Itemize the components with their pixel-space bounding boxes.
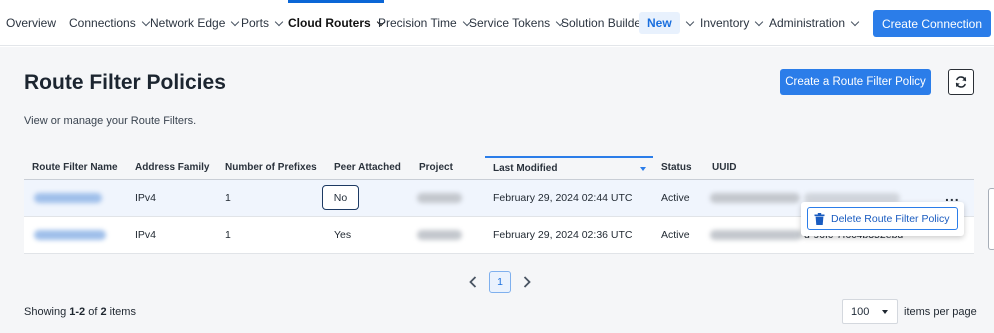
pagination: 1 xyxy=(466,270,534,294)
nav-item-overview[interactable]: Overview xyxy=(6,0,56,46)
showing-range: 1-2 xyxy=(69,306,86,318)
showing-prefix: Showing xyxy=(24,306,67,318)
chevron-left-icon xyxy=(469,276,477,288)
last-modified-cell: February 29, 2024 02:44 UTC xyxy=(493,192,633,204)
showing-total: 2 xyxy=(100,306,107,318)
items-per-page-label: items per page xyxy=(904,306,977,318)
showing-items-text: Showing 1-2 of 2 items xyxy=(24,306,136,318)
nav-item-network-edge[interactable]: Network Edge xyxy=(150,0,240,46)
nav-item-precision-time[interactable]: Precision Time xyxy=(378,0,471,46)
nav-item-ports[interactable]: Ports xyxy=(241,0,284,46)
per-page-value: 100 xyxy=(851,305,870,318)
page-title: Route Filter Policies xyxy=(24,71,226,94)
column-header[interactable]: Address Family xyxy=(135,162,209,173)
peer-attached-cell[interactable]: No xyxy=(322,185,359,210)
nav-item-service-tokens[interactable]: Service Tokens xyxy=(469,0,565,46)
status-cell: Active xyxy=(661,192,690,204)
items-per-page-select[interactable]: 100 xyxy=(842,299,898,324)
nav-item-label: Overview xyxy=(6,16,57,30)
nav-item-label: Ports xyxy=(241,16,270,30)
chevron-down-icon xyxy=(685,17,694,26)
row-actions-menu: Delete Route Filter Policy xyxy=(801,202,964,236)
create-route-filter-policy-button[interactable]: Create a Route Filter Policy xyxy=(780,69,931,95)
showing-items-word: items xyxy=(109,306,136,318)
trash-icon xyxy=(814,212,825,225)
column-header[interactable]: Peer Attached xyxy=(334,162,401,173)
page-number-button[interactable]: 1 xyxy=(489,271,511,293)
column-header[interactable]: Number of Prefixes xyxy=(225,162,317,173)
status-cell: Active xyxy=(661,229,690,241)
chevron-down-icon xyxy=(141,17,150,26)
caret-down-icon xyxy=(882,310,888,314)
nav-item-inventory[interactable]: Inventory xyxy=(700,0,764,46)
prefix-count-cell: 1 xyxy=(225,229,231,241)
refresh-button[interactable] xyxy=(948,69,974,95)
route-filter-name-link-redacted[interactable] xyxy=(34,193,102,203)
nav-item-label: Connections xyxy=(69,16,136,30)
menu-item-label: Delete Route Filter Policy xyxy=(831,212,950,225)
chevron-down-icon xyxy=(755,17,764,26)
peer-attached-value: No xyxy=(333,191,348,204)
peer-attached-cell: Yes xyxy=(334,229,352,241)
top-navigation: Overview Connections Network Edge Ports … xyxy=(0,0,994,46)
uuid-cell-redacted xyxy=(710,193,800,203)
last-modified-cell: February 29, 2024 02:36 UTC xyxy=(493,229,633,241)
route-filter-name-link-redacted[interactable] xyxy=(34,230,106,240)
nav-item-label: Solution Builder xyxy=(561,16,646,30)
nav-item-label: Cloud Routers xyxy=(288,16,371,30)
column-header-sorted[interactable]: Last Modified xyxy=(485,156,653,179)
nav-item-label: Administration xyxy=(769,16,846,30)
nav-item-label: Inventory xyxy=(700,16,750,30)
refresh-icon xyxy=(955,76,967,88)
nav-item-label: Service Tokens xyxy=(469,16,551,30)
column-header-label: Last Modified xyxy=(493,163,558,174)
nav-item-solution-builder[interactable]: Solution Builder xyxy=(561,0,645,46)
chevron-down-icon xyxy=(850,17,860,26)
column-header[interactable]: Project xyxy=(419,162,453,173)
nav-item-connections[interactable]: Connections xyxy=(69,0,150,46)
nav-item-label: Network Edge xyxy=(150,16,226,30)
address-family-cell: IPv4 xyxy=(135,229,157,241)
column-header[interactable]: Status xyxy=(661,162,692,173)
column-header[interactable]: UUID xyxy=(712,162,736,173)
previous-page-button[interactable] xyxy=(466,275,480,289)
column-header[interactable]: Route Filter Name xyxy=(32,162,118,173)
sort-desc-icon xyxy=(640,167,646,171)
project-cell-redacted xyxy=(417,193,462,203)
page-content: Route Filter Policies View or manage you… xyxy=(0,47,994,333)
prefix-count-cell: 1 xyxy=(225,192,231,204)
new-badge: New xyxy=(639,12,680,34)
chevron-down-icon xyxy=(274,17,284,26)
side-panel-handle[interactable] xyxy=(988,188,994,250)
showing-of: of xyxy=(88,306,98,318)
nav-item-cloud-routers[interactable]: Cloud Routers xyxy=(288,0,385,46)
create-connection-button[interactable]: Create Connection xyxy=(873,10,991,37)
address-family-cell: IPv4 xyxy=(135,192,157,204)
project-cell-redacted xyxy=(417,230,462,240)
nav-item-label: Precision Time xyxy=(378,16,457,30)
chevron-right-icon xyxy=(523,276,531,288)
nav-item-new[interactable]: New xyxy=(639,0,694,46)
nav-item-administration[interactable]: Administration xyxy=(769,0,860,46)
page-subtitle: View or manage your Route Filters. xyxy=(24,115,197,127)
uuid-cell-redacted xyxy=(710,230,802,240)
chevron-down-icon xyxy=(231,17,240,26)
table-header: Route Filter Name Address Family Number … xyxy=(24,156,974,180)
next-page-button[interactable] xyxy=(520,275,534,289)
delete-route-filter-policy-menu-item[interactable]: Delete Route Filter Policy xyxy=(807,207,958,230)
